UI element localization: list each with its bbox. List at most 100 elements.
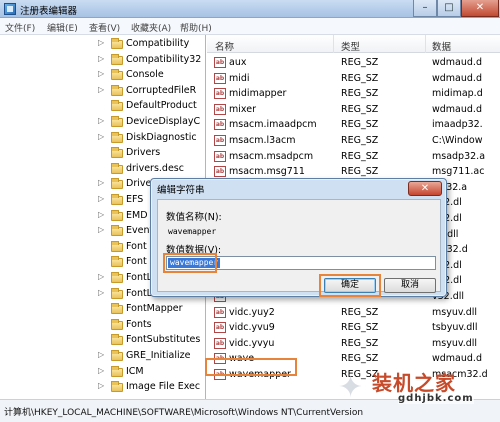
expand-arrow-icon[interactable]: ▷ — [98, 272, 104, 281]
expand-arrow-icon[interactable]: ▷ — [98, 132, 104, 141]
list-cell-type: REG_SZ — [341, 322, 379, 334]
folder-icon — [111, 318, 123, 330]
tree-item[interactable]: ▷ CorruptedFileR — [0, 84, 205, 100]
tree-item-label: CorruptedFileR — [126, 84, 197, 96]
expand-arrow-icon[interactable]: ▷ — [98, 210, 104, 219]
list-cell-name: mixer — [229, 103, 256, 115]
tree-item[interactable]: ▷ Compatibility — [0, 37, 205, 53]
tree-item-label: Compatibility — [126, 38, 190, 49]
tree-item[interactable]: ▷ Image File Exec — [0, 380, 205, 396]
list-cell-data: midimap.d — [432, 88, 483, 100]
tree-item[interactable]: ▷ Compatibility32 — [0, 53, 205, 69]
folder-icon — [111, 194, 123, 205]
list-cell-name: aux — [229, 57, 247, 68]
list-cell-data: msg711.ac — [432, 166, 485, 178]
menu-bar: 文件(F) 编辑(E) 查看(V) 收藏夹(A) 帮助(H) — [0, 18, 500, 35]
tree-item-label: DeviceDisplayC — [126, 116, 201, 127]
list-cell-type: REG_SZ — [341, 135, 379, 146]
dialog-title: 编辑字符串 — [157, 185, 205, 196]
list-row[interactable]: ab msacm.msadpcm REG_SZ msadp32.a — [207, 149, 500, 165]
list-row[interactable]: ab vidc.yvu9 REG_SZ tsbyuv.dll — [207, 320, 500, 336]
watermark-url: gdhjbk.com — [398, 393, 474, 404]
list-cell-name: vidc.yvyu — [229, 337, 275, 349]
close-button[interactable]: ✕ — [461, 0, 499, 17]
list-cell-data: wdmaud.d — [432, 57, 482, 68]
tree-item-label: DefaultProduct — [126, 100, 197, 112]
expand-arrow-icon[interactable]: ▷ — [98, 350, 104, 359]
folder-icon — [111, 38, 123, 49]
list-cell-data: msadp32.a — [432, 150, 486, 162]
maximize-button[interactable]: □ — [437, 0, 461, 17]
folder-icon — [111, 240, 123, 252]
expand-arrow-icon[interactable]: ▷ — [98, 54, 104, 63]
expand-arrow-icon[interactable]: ▷ — [98, 85, 104, 94]
list-cell-type: REG_SZ — [341, 337, 379, 349]
tree-item[interactable]: ▷ Console — [0, 68, 205, 84]
list-row[interactable]: ab aux REG_SZ wdmaud.d — [207, 55, 500, 71]
tree-item[interactable]: DefaultProduct — [0, 99, 205, 115]
list-cell-name: midi — [229, 72, 250, 84]
expand-arrow-icon[interactable]: ▷ — [98, 225, 104, 234]
watermark-logo: 装机之家 — [372, 371, 456, 395]
expand-arrow-icon[interactable]: ▷ — [98, 366, 104, 375]
tree-item[interactable]: drivers.desc — [0, 162, 205, 178]
list-cell-data: imaadp32. — [432, 119, 483, 131]
tree-item[interactable]: ▷ DeviceDisplayC — [0, 115, 205, 131]
menu-help[interactable]: 帮助(H) — [180, 21, 212, 34]
list-cell-data: tsbyuv.dll — [432, 322, 478, 334]
expand-arrow-icon[interactable]: ▷ — [98, 381, 104, 390]
expand-arrow-icon[interactable]: ▷ — [98, 38, 104, 47]
list-row[interactable]: ab mixer REG_SZ wdmaud.d — [207, 102, 500, 118]
list-row[interactable]: ab vidc.yvyu REG_SZ msyuv.dll — [207, 336, 500, 352]
tree-item[interactable]: Drivers — [0, 146, 205, 162]
list-cell-type: REG_SZ — [341, 353, 379, 365]
list-cell-type: REG_SZ — [341, 119, 379, 131]
list-row[interactable]: ab msacm.l3acm REG_SZ C:\Window — [207, 133, 500, 149]
string-value-icon: ab — [214, 88, 226, 100]
tree-item-label: FontSubstitutes — [126, 334, 201, 346]
menu-file[interactable]: 文件(F) — [5, 21, 35, 34]
dialog-body: 数值名称(N): wavemapper 数值数据(V): wavemapper … — [157, 199, 441, 297]
expand-arrow-icon[interactable]: ▷ — [98, 116, 104, 125]
dialog-close-button[interactable]: ✕ — [408, 181, 442, 196]
folder-icon — [111, 381, 123, 393]
string-value-icon: ab — [214, 103, 226, 115]
cancel-button[interactable]: 取消 — [384, 278, 436, 293]
tree-item-label: Fonts — [126, 318, 152, 330]
expand-arrow-icon[interactable]: ▷ — [98, 194, 104, 203]
list-cell-type: REG_SZ — [341, 306, 379, 318]
menu-edit[interactable]: 编辑(E) — [47, 21, 78, 34]
column-name[interactable]: 名称 — [215, 39, 234, 53]
list-row[interactable]: ab msacm.imaadpcm REG_SZ imaadp32. — [207, 117, 500, 133]
column-type[interactable]: 类型 — [341, 39, 360, 53]
expand-arrow-icon[interactable]: ▷ — [98, 178, 104, 187]
tree-item[interactable]: FontMapper — [0, 302, 205, 318]
string-value-icon: ab — [214, 135, 226, 146]
tree-item[interactable]: ▷ ICM — [0, 365, 205, 381]
list-cell-name: msacm.l3acm — [229, 135, 296, 146]
folder-icon — [111, 350, 123, 361]
column-data[interactable]: 数据 — [432, 39, 451, 53]
window-title: 注册表编辑器 — [20, 6, 78, 17]
expand-arrow-icon[interactable]: ▷ — [98, 69, 104, 78]
tree-item[interactable]: Fonts — [0, 318, 205, 334]
folder-icon — [111, 162, 123, 174]
list-row[interactable]: ab midimapper REG_SZ midimap.d — [207, 86, 500, 102]
list-cell-name: vidc.yuy2 — [229, 306, 275, 318]
tree-item[interactable]: ▷ DiskDiagnostic — [0, 131, 205, 147]
menu-favorites[interactable]: 收藏夹(A) — [131, 21, 171, 34]
tree-item[interactable]: ▷ GRE_Initialize — [0, 349, 205, 365]
tree-item-label: GRE_Initialize — [126, 350, 191, 361]
menu-view[interactable]: 查看(V) — [89, 21, 120, 34]
list-cell-name: midimapper — [229, 88, 287, 100]
list-row[interactable]: ab midi REG_SZ wdmaud.d — [207, 71, 500, 87]
minimize-button[interactable]: – — [413, 0, 437, 17]
tree-item-label: drivers.desc — [126, 162, 184, 174]
list-cell-name: vidc.yvu9 — [229, 322, 275, 334]
tree-item[interactable]: FontSubstitutes — [0, 333, 205, 349]
tree-item-label: FontMapper — [126, 303, 183, 315]
expand-arrow-icon[interactable]: ▷ — [98, 288, 104, 297]
folder-icon — [111, 365, 123, 377]
list-row[interactable]: ab vidc.yuy2 REG_SZ msyuv.dll — [207, 305, 500, 321]
list-cell-type: REG_SZ — [341, 103, 379, 115]
